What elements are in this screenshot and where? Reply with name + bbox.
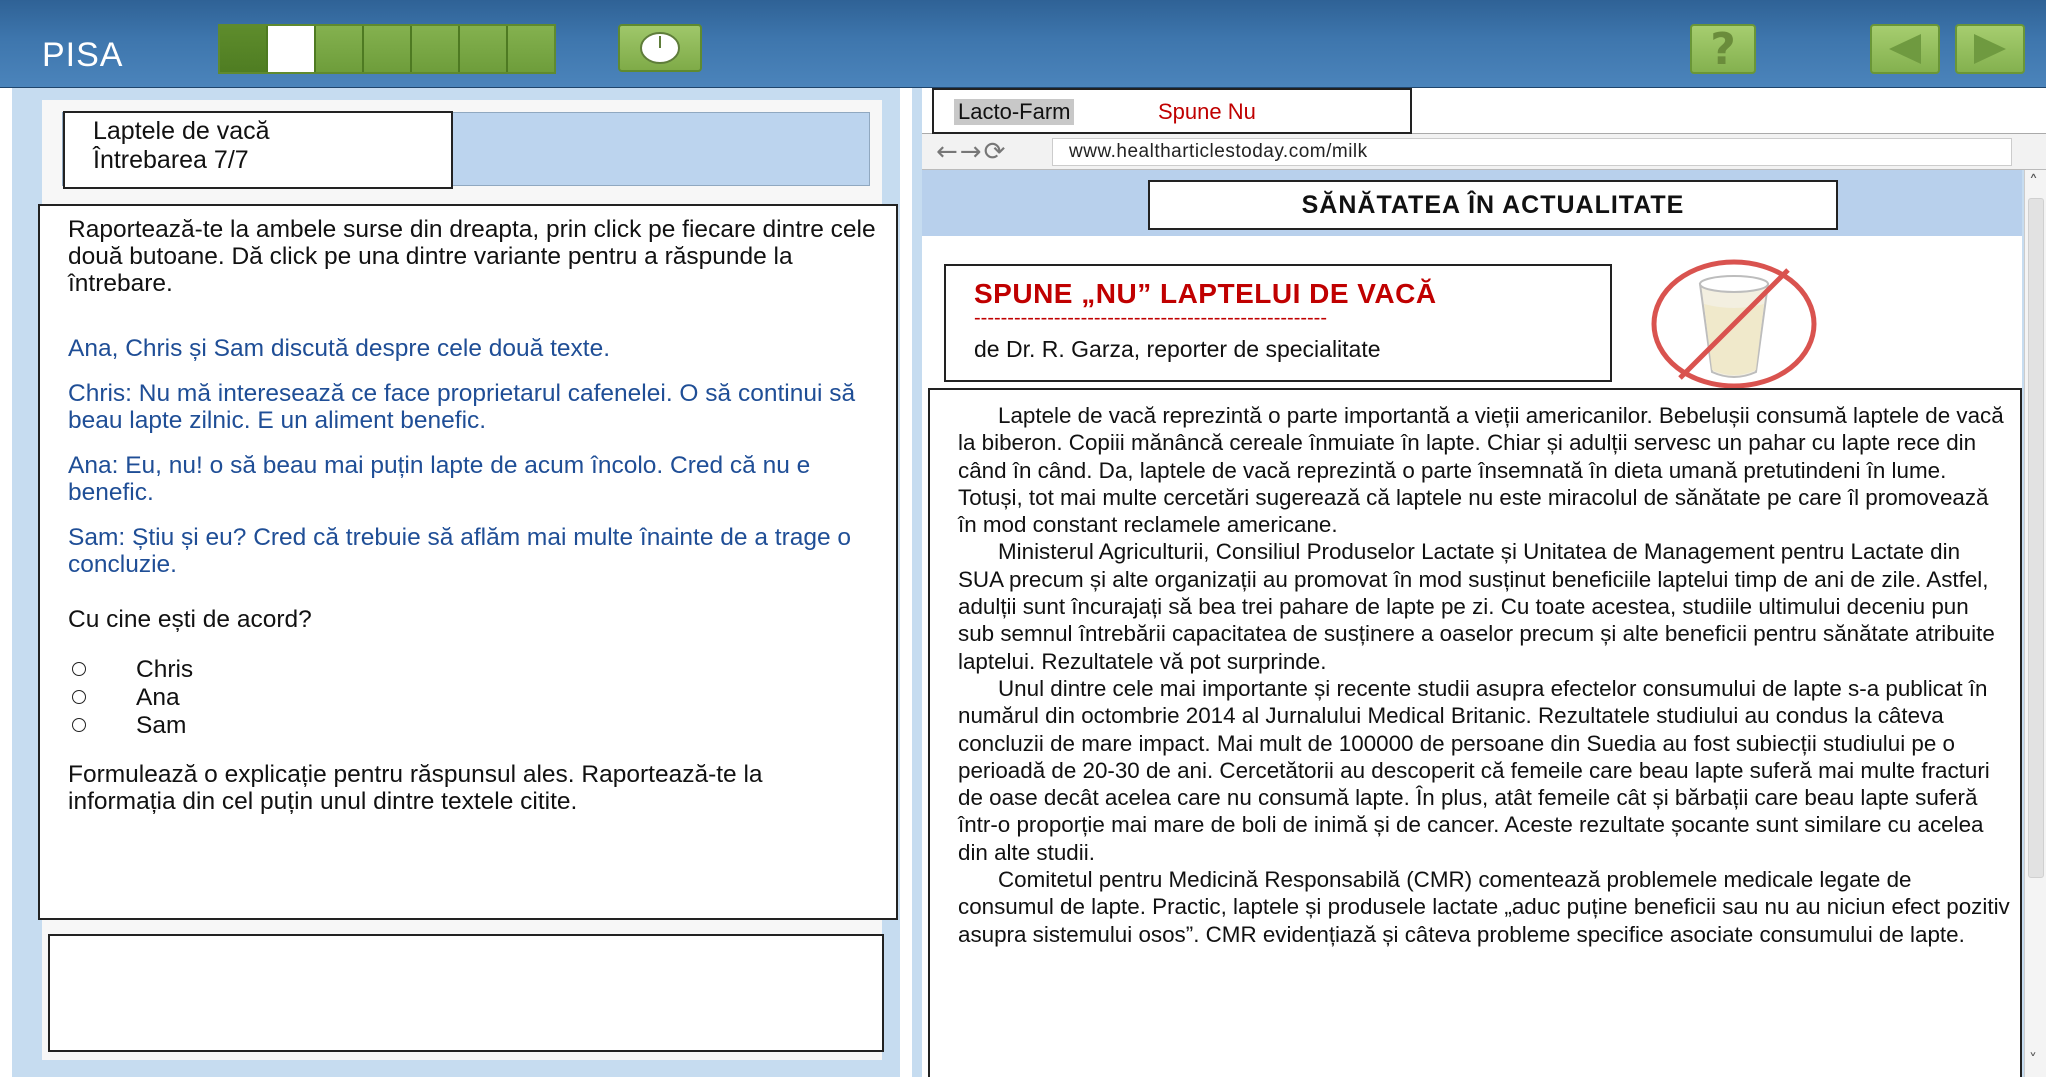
page-scrollbar[interactable]: ˄ ˅ [2024,170,2046,1077]
article-header: SPUNE „NU” LAPTELUI DE VACĂ ------------… [944,264,1612,382]
agree-question: Cu cine ești de acord? [68,606,312,633]
tab-lacto-farm[interactable]: Lacto-Farm [954,99,1075,125]
explanation-instruction: Formulează o explicație pentru răspunsul… [68,761,763,815]
progress-step [364,26,412,72]
source-panel: Lacto-Farm Spune Nu ← → ⟳ www.healtharti… [912,88,2046,1077]
question-header-box: Laptele de vacă Întrebarea 7/7 [63,111,453,189]
address-bar: ← → ⟳ www.healtharticlestoday.com/milk [922,134,2046,170]
article-byline: de Dr. R. Garza, reporter de specialitat… [974,336,1381,362]
progress-step-done [220,26,268,72]
help-button[interactable]: ? [1690,23,1756,75]
option-label: Chris [136,655,194,683]
article-paragraph: Laptele de vacă reprezintă o parte impor… [958,403,2004,538]
site-banner: SĂNĂTATEA ÎN ACTUALITATE [922,170,2022,236]
article-title: SPUNE „NU” LAPTELUI DE VACĂ [974,278,1437,309]
article-paragraph: Comitetul pentru Medicină Responsabilă (… [958,867,2010,947]
triangle-left-icon [1889,34,1921,64]
no-milk-glass-icon [1651,259,1817,389]
question-number: Întrebarea 7/7 [93,146,249,174]
question-mark-icon: ? [1710,23,1736,75]
clock-icon [640,32,680,64]
scroll-down-icon[interactable]: ˅ [2029,1050,2037,1069]
article-paragraph: Unul dintre cele mai importante și recen… [958,675,1990,865]
scroll-thumb[interactable] [2028,198,2044,878]
answer-options: Chris Ana Sam [68,655,876,739]
progress-step-current [268,26,316,72]
tab-group: Lacto-Farm Spune Nu [932,88,1412,134]
question-header: Laptele de vacă Întrebarea 7/7 [62,111,870,189]
progress-indicator [218,24,556,74]
nav-buttons: ← → ⟳ [936,138,1005,166]
previous-button[interactable] [1870,24,1940,74]
option-label: Ana [136,683,180,711]
site-title: SĂNĂTATEA ÎN ACTUALITATE [1148,180,1838,230]
article-paragraph: Ministerul Agriculturii, Consiliul Produ… [958,539,1995,674]
progress-step [412,26,460,72]
option-ana[interactable]: Ana [68,683,876,711]
title-underline: ----------------------------------------… [974,310,1327,326]
unit-title: Laptele de vacă [93,117,270,145]
timer-button[interactable] [618,24,702,72]
scroll-up-icon[interactable]: ˄ [2029,172,2038,193]
dialog-sam: Sam: Știu și eu? Cred că trebuie să află… [68,524,852,578]
next-button[interactable] [1955,24,2025,74]
progress-step [316,26,364,72]
back-arrow-icon[interactable]: ← [936,138,958,166]
option-label: Sam [136,711,187,739]
forward-arrow-icon[interactable]: → [960,138,982,166]
instruction-text: Raportează-te la ambele surse din dreapt… [68,216,876,297]
radio-button[interactable] [72,662,86,676]
answer-textarea[interactable] [48,934,884,1052]
triangle-right-icon [1974,34,2006,64]
progress-step [508,26,554,72]
top-toolbar: PISA ? [0,0,2046,88]
reload-icon[interactable]: ⟳ [984,138,1006,166]
tab-spune-nu[interactable]: Spune Nu [1158,99,1256,125]
dialog-ana: Ana: Eu, nu! o să beau mai puțin lapte d… [68,452,811,506]
question-panel: Laptele de vacă Întrebarea 7/7 Raporteaz… [12,88,900,1077]
url-field[interactable]: www.healtharticlestoday.com/milk [1052,138,2012,166]
radio-button[interactable] [72,718,86,732]
radio-button[interactable] [72,690,86,704]
dialog-intro: Ana, Chris și Sam discută despre cele do… [68,335,611,362]
dialog-chris: Chris: Nu mă interesează ce face proprie… [68,380,856,434]
question-box: Raportează-te la ambele surse din dreapt… [38,204,898,920]
option-sam[interactable]: Sam [68,711,876,739]
progress-step [460,26,508,72]
option-chris[interactable]: Chris [68,655,876,683]
article-body: Laptele de vacă reprezintă o parte impor… [928,388,2022,1077]
app-title: PISA [42,36,124,74]
web-page: SĂNĂTATEA ÎN ACTUALITATE SPUNE „NU” LAPT… [922,170,2022,1077]
browser-tab-bar: Lacto-Farm Spune Nu [922,88,2046,134]
